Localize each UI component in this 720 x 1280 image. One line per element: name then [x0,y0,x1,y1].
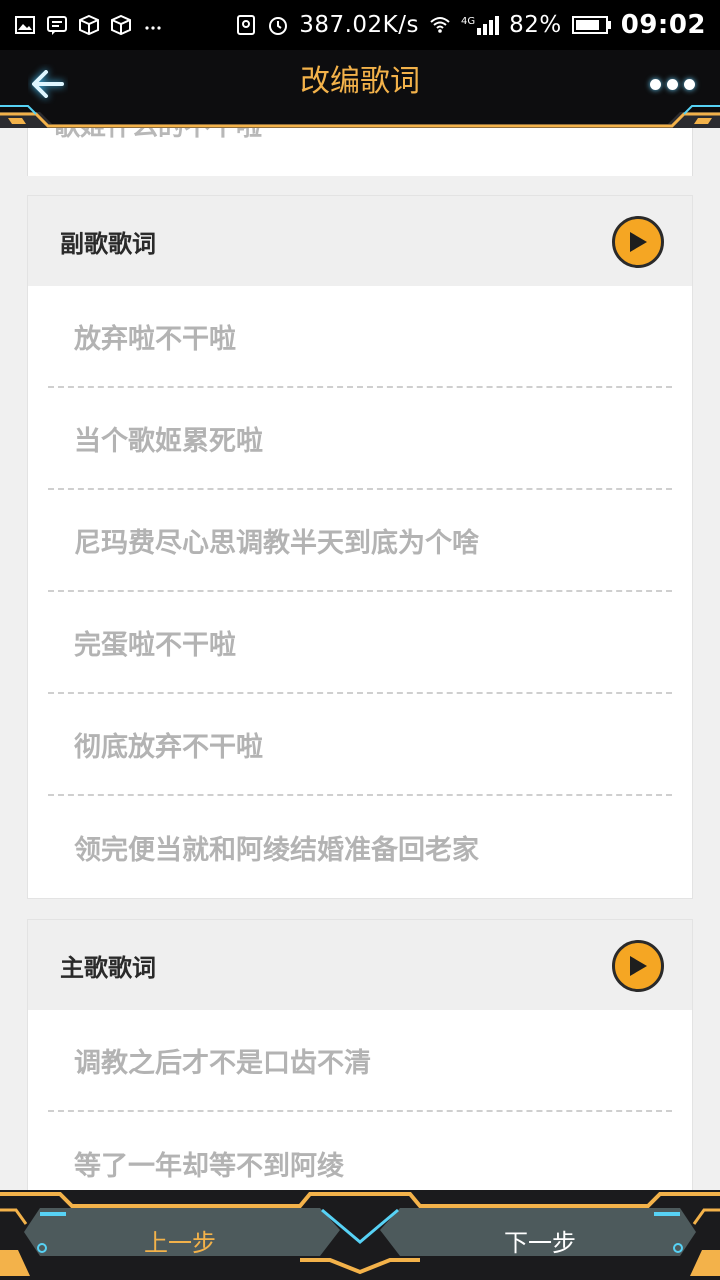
play-icon [630,232,647,252]
signal-icon: 4G [460,15,500,35]
more-dot [683,78,695,90]
lyric-line[interactable]: 等了一年却等不到阿绫 [48,1112,672,1190]
lyrics-content[interactable]: 歌姬什么的不干啦 副歌歌词 放弃啦不干啦 当个歌姬累死啦 尼玛费尽心思调教半天到… [0,128,720,1190]
location-icon [235,14,257,36]
lyric-line[interactable]: 领完便当就和阿绫结婚准备回老家 [48,796,672,898]
battery-icon [571,16,611,34]
package-notification-icon [110,14,132,36]
play-icon [630,956,647,976]
status-bar: 387.02K/s 4G 82% 09:02 [0,0,720,50]
bottom-nav: 上一步 下一步 [0,1190,720,1280]
section-header: 主歌歌词 [28,920,692,1010]
section-header: 副歌歌词 [28,196,692,286]
lyric-line[interactable]: 尼玛费尽心思调教半天到底为个啥 [48,490,672,592]
chorus-card: 副歌歌词 放弃啦不干啦 当个歌姬累死啦 尼玛费尽心思调教半天到底为个啥 完蛋啦不… [27,195,693,899]
page-title: 改编歌词 [300,64,420,99]
section-label: 副歌歌词 [60,229,156,258]
message-notification-icon [46,14,68,36]
clock: 09:02 [620,10,706,40]
section-label: 主歌歌词 [60,953,156,982]
play-button[interactable] [612,940,664,992]
more-dots-icon [649,78,661,90]
more-dot [666,78,678,90]
package-notification-icon [78,14,100,36]
next-step-button[interactable]: 下一步 [420,1212,660,1268]
lyric-line[interactable]: 彻底放弃不干啦 [48,694,672,796]
verse-card: 主歌歌词 调教之后才不是口齿不清 等了一年却等不到阿绫 [27,919,693,1190]
play-button[interactable] [612,216,664,268]
network-speed: 387.02K/s [299,12,419,38]
title-bar: 改编歌词 [0,50,720,128]
wifi-icon [429,14,451,36]
header-decoration [0,105,720,128]
lyric-line[interactable]: 歌姬什么的不干啦 [54,128,262,143]
more-notifications-icon [142,14,164,36]
lyric-line[interactable]: 放弃啦不干啦 [48,286,672,388]
lyric-line[interactable]: 完蛋啦不干啦 [48,592,672,694]
lyric-line[interactable]: 调教之后才不是口齿不清 [48,1010,672,1112]
lyric-line[interactable]: 当个歌姬累死啦 [48,388,672,490]
alarm-icon [267,14,289,36]
network-type: 4G [460,15,476,27]
previous-step-button[interactable]: 上一步 [60,1212,300,1268]
image-notification-icon [14,14,36,36]
battery-percent: 82% [509,12,562,38]
previous-section-card: 歌姬什么的不干啦 [27,128,693,176]
